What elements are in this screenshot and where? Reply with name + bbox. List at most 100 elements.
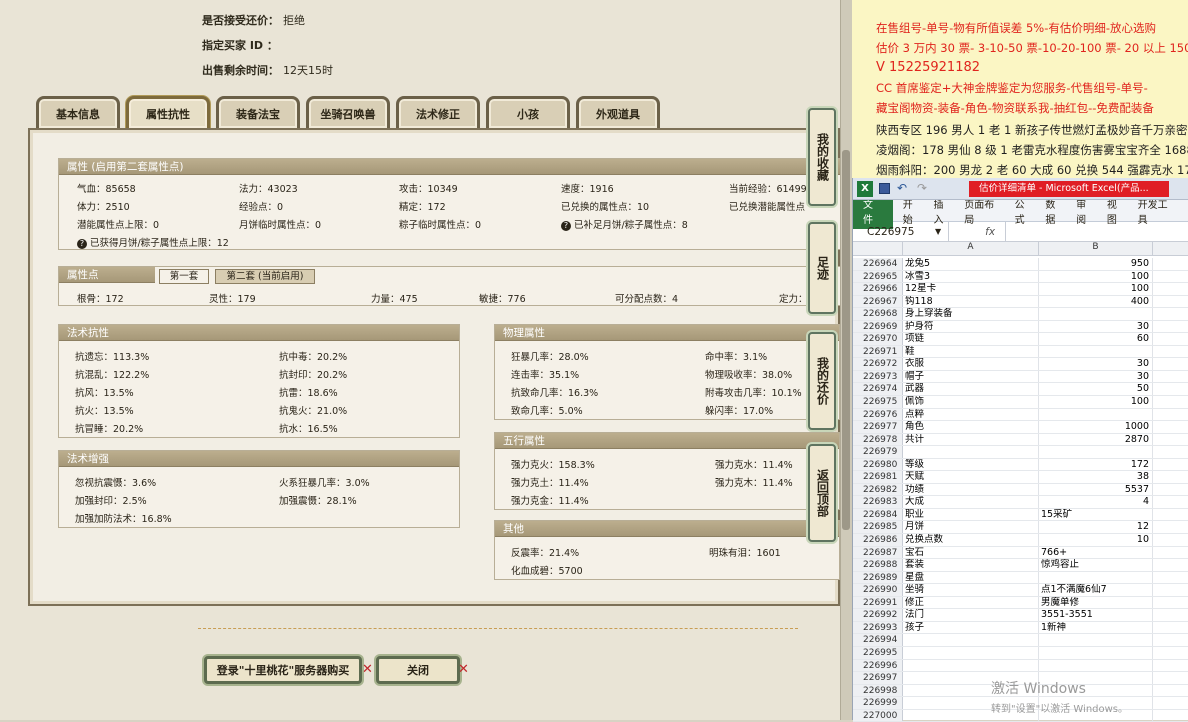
cell-a[interactable]: 职业 [903,508,1039,521]
cell-b[interactable]: 男魔单修 [1039,596,1153,609]
row-number[interactable]: 226989 [853,571,903,584]
row-number[interactable]: 226994 [853,634,903,646]
cell-a[interactable]: 武器 [903,383,1039,396]
row-number[interactable]: 226999 [853,697,903,709]
ribbon-tab-page-layout[interactable]: 页面布局 [964,196,1003,226]
row-number[interactable]: 226971 [853,345,903,358]
row-number[interactable]: 226975 [853,396,903,408]
tab-spell-mods[interactable]: 法术修正 [396,96,480,128]
name-box-dropdown-icon[interactable]: ▼ [935,227,941,236]
cell-b[interactable]: 400 [1039,295,1153,308]
cell-b[interactable]: 30 [1039,358,1153,370]
row-number[interactable]: 226982 [853,483,903,496]
cell-b[interactable]: 950 [1039,258,1153,270]
cell-a[interactable]: 坐骑 [903,584,1039,596]
column-header-a[interactable]: A [903,242,1039,255]
cell-b[interactable]: 1000 [1039,421,1153,433]
cell-a[interactable]: 衣服 [903,358,1039,370]
cell-b[interactable] [1039,408,1153,421]
cell-a[interactable]: 冰雪3 [903,270,1039,283]
ribbon-tab-home[interactable]: 开始 [903,196,923,226]
cell-b[interactable]: 30 [1039,370,1153,383]
row-number[interactable]: 226964 [853,258,903,270]
tab-equipment[interactable]: 装备法宝 [216,96,300,128]
row-number[interactable]: 226986 [853,534,903,546]
help-icon[interactable]: ? [561,221,571,231]
tab-children[interactable]: 小孩 [486,96,570,128]
row-number[interactable]: 226983 [853,496,903,508]
cell-a[interactable]: 星盘 [903,571,1039,584]
cell-b[interactable]: 3551-3551 [1039,609,1153,621]
formula-input[interactable] [1005,222,1188,241]
row-number[interactable]: 226985 [853,521,903,534]
cell-a[interactable]: 月饼 [903,521,1039,534]
row-number[interactable]: 226965 [853,270,903,283]
cell-a[interactable]: 共计 [903,433,1039,446]
cell-a[interactable]: 功绩 [903,483,1039,496]
cell-a[interactable]: 大成 [903,496,1039,508]
save-icon[interactable] [879,183,890,194]
cell-b[interactable]: 2870 [1039,433,1153,446]
cell-b[interactable]: 15采矿 [1039,508,1153,521]
cell-a[interactable]: 宝石 [903,546,1039,559]
cell-b[interactable]: 100 [1039,270,1153,283]
row-number[interactable]: 226981 [853,471,903,483]
row-number[interactable]: 226987 [853,546,903,559]
cell-a[interactable]: 护身符 [903,320,1039,333]
row-number[interactable]: 226993 [853,621,903,634]
ribbon-tab-developer[interactable]: 开发工具 [1138,196,1177,226]
row-number[interactable]: 226973 [853,370,903,383]
row-number[interactable]: 226996 [853,659,903,672]
row-number[interactable]: 226992 [853,609,903,621]
tab-basic-info[interactable]: 基本信息 [36,96,120,128]
ribbon-tab-view[interactable]: 视图 [1107,196,1127,226]
cell-b[interactable]: 60 [1039,333,1153,345]
login-server-buy-button[interactable]: 登录"十里桃花"服务器购买 [204,656,362,684]
cell-b[interactable] [1039,446,1153,458]
cell-a[interactable]: 鞋 [903,345,1039,358]
row-number[interactable]: 226998 [853,684,903,697]
cell-a[interactable]: 12星卡 [903,283,1039,295]
cell-b[interactable]: 766+ [1039,546,1153,559]
back-to-top-button[interactable]: 返回顶部 [808,444,836,542]
row-number[interactable]: 226978 [853,433,903,446]
cell-a[interactable]: 套装 [903,559,1039,571]
row-number[interactable]: 226967 [853,295,903,308]
row-number[interactable]: 226966 [853,283,903,295]
row-number[interactable]: 226979 [853,446,903,458]
cell-a[interactable]: 修正 [903,596,1039,609]
cell-b[interactable]: 38 [1039,471,1153,483]
column-header-b[interactable]: B [1039,242,1153,255]
cell-b[interactable]: 惊鸡容止 [1039,559,1153,571]
my-counteroffer-button[interactable]: 我的还价 [808,332,836,430]
cell-a[interactable]: 角色 [903,421,1039,433]
cell-b[interactable]: 30 [1039,320,1153,333]
row-number[interactable]: 226991 [853,596,903,609]
points-tab-second[interactable]: 第二套 (当前启用) [215,269,315,284]
cell-b[interactable] [1039,659,1153,672]
cell-b[interactable]: 1新神 [1039,621,1153,634]
scrollbar-thumb[interactable] [842,150,850,530]
cell-a[interactable] [903,646,1039,659]
row-number[interactable]: 226974 [853,383,903,396]
footprint-button[interactable]: 足迹 [808,222,836,314]
cell-a[interactable]: 帽子 [903,370,1039,383]
undo-icon[interactable]: ↶ [897,181,907,195]
cell-b[interactable]: 100 [1039,396,1153,408]
row-number[interactable]: 226997 [853,672,903,684]
row-number[interactable]: 226976 [853,408,903,421]
row-number[interactable]: 226980 [853,458,903,471]
cell-a[interactable]: 龙兔5 [903,258,1039,270]
cell-b[interactable]: 4 [1039,496,1153,508]
row-number[interactable]: 226970 [853,333,903,345]
cell-b[interactable] [1039,345,1153,358]
row-number[interactable]: 226968 [853,308,903,320]
row-number[interactable]: 226995 [853,646,903,659]
row-number[interactable]: 226969 [853,320,903,333]
cell-b[interactable] [1039,634,1153,646]
cell-a[interactable]: 身上穿装备 [903,308,1039,320]
cell-b[interactable]: 5537 [1039,483,1153,496]
cell-a[interactable] [903,446,1039,458]
cell-a[interactable]: 佩饰 [903,396,1039,408]
row-number[interactable]: 226984 [853,508,903,521]
